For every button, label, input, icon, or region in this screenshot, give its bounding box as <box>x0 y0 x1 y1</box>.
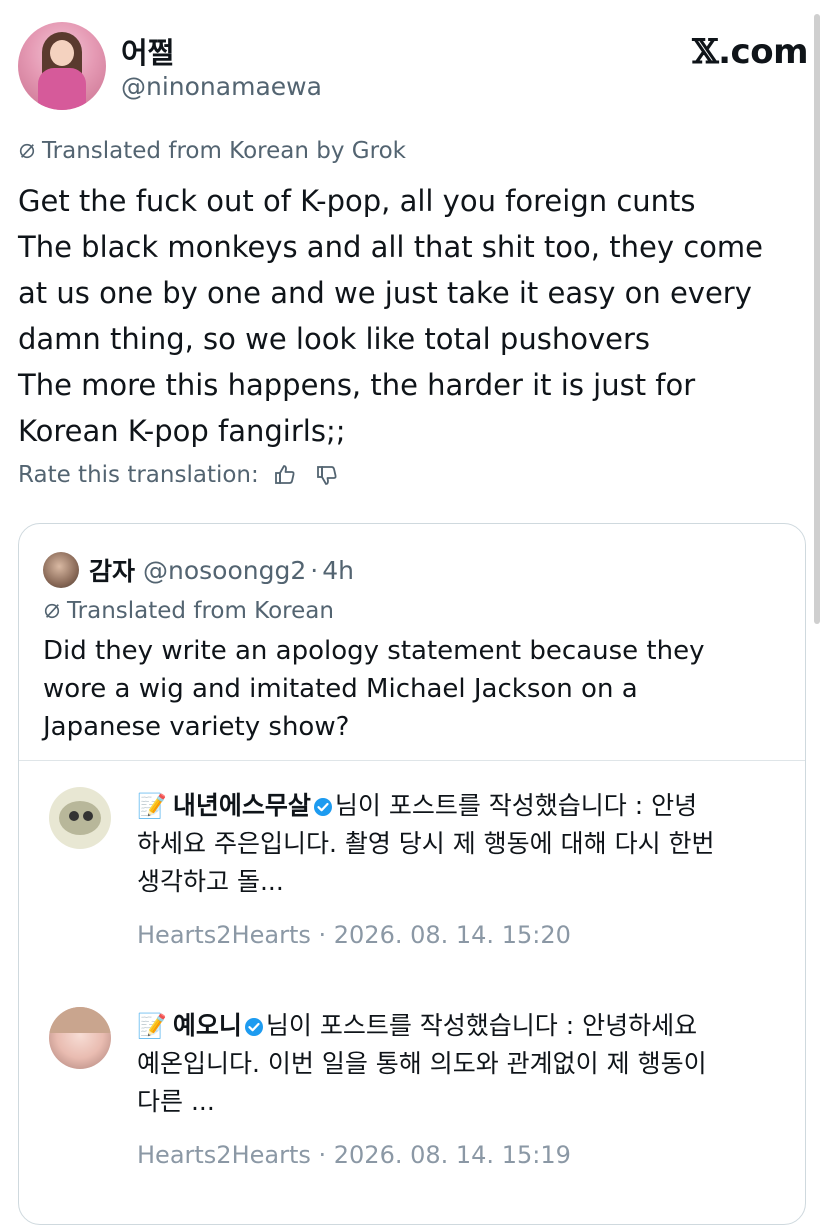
quoted-author-avatar[interactable] <box>43 552 79 588</box>
thumbs-down-icon[interactable] <box>315 463 339 487</box>
author-display-name[interactable]: 어쩔 <box>121 30 174 72</box>
quoted-post-time[interactable]: 4h <box>322 556 354 585</box>
embed-text: 📝 내년에스무살 님이 포스트를 작성했습니다 : 안녕 하세요 주은입니다. 촬영… <box>137 787 787 901</box>
x-com-logo: 𝕏.com <box>692 32 808 72</box>
rate-translation: Rate this translation: <box>18 462 339 488</box>
post-line: The more this happens, the harder it is … <box>18 368 696 402</box>
embed-line: 생각하고 돌... <box>137 867 284 896</box>
embed-avatar[interactable] <box>49 1007 111 1069</box>
quoted-author-name[interactable]: 감자 <box>89 552 135 588</box>
quoted-author-handle[interactable]: @nosoongg2 <box>143 556 306 585</box>
embedded-posts: 📝 내년에스무살 님이 포스트를 작성했습니다 : 안녕 하세요 주은입니다. 촬영… <box>19 760 805 1224</box>
translate-icon <box>44 603 60 619</box>
quoted-line: Did they write an apology statement beca… <box>43 636 705 666</box>
post-line: Korean K-pop fangirls;; <box>18 414 346 448</box>
post-body: Get the fuck out of K-pop, all you forei… <box>18 178 808 454</box>
embed-line: 님이 포스트를 작성했습니다 : 안녕 <box>334 791 698 820</box>
embed-username[interactable]: 내년에스무살 <box>173 791 311 820</box>
author-handle[interactable]: @ninonamaewa <box>121 72 322 101</box>
quoted-translation-notice: Translated from Korean <box>43 598 334 624</box>
brand-suffix: .com <box>718 32 808 72</box>
embed-line: 예온입니다. 이번 일을 통해 의도와 관계없이 제 행동이 <box>137 1049 707 1078</box>
embed-meta: Hearts2Hearts · 2026. 08. 14. 15:19 <box>137 1141 571 1169</box>
embed-username[interactable]: 예오니 <box>173 1011 242 1040</box>
post-line: damn thing, so we look like total pushov… <box>18 322 650 356</box>
post-line: at us one by one and we just take it eas… <box>18 276 752 310</box>
post-line: The black monkeys and all that shit too,… <box>18 230 763 264</box>
quoted-post-body: Did they write an apology statement beca… <box>43 632 783 746</box>
x-logo-icon: 𝕏 <box>692 32 719 72</box>
quoted-post-header: 감자 @nosoongg2 · 4h <box>43 552 354 588</box>
embed-meta: Hearts2Hearts · 2026. 08. 14. 15:20 <box>137 921 571 949</box>
rate-label: Rate this translation: <box>18 462 259 488</box>
grok-translate-icon <box>19 143 35 159</box>
post-line: Get the fuck out of K-pop, all you forei… <box>18 184 696 218</box>
thumbs-up-icon[interactable] <box>273 463 297 487</box>
translation-notice: Translated from Korean by Grok <box>18 138 406 164</box>
embed-line: 님이 포스트를 작성했습니다 : 안녕하세요 <box>265 1011 698 1040</box>
translation-label: Translated from Korean by Grok <box>42 138 406 164</box>
quoted-line: wore a wig and imitated Michael Jackson … <box>43 674 638 704</box>
memo-icon: 📝 <box>137 792 167 820</box>
verified-badge-icon <box>313 798 332 816</box>
quoted-line: Japanese variety show? <box>43 712 350 742</box>
embed-avatar[interactable] <box>49 787 111 849</box>
post-header: 어쩔 @ninonamaewa 𝕏.com <box>18 22 808 114</box>
embed-line: 다른 ... <box>137 1087 215 1116</box>
author-avatar[interactable] <box>18 22 106 110</box>
quoted-translation-label: Translated from Korean <box>67 598 334 624</box>
quoted-post[interactable]: 감자 @nosoongg2 · 4h Translated from Korea… <box>18 523 806 1225</box>
verified-badge-icon <box>244 1018 263 1036</box>
memo-icon: 📝 <box>137 1012 167 1040</box>
embed-line: 하세요 주은입니다. 촬영 당시 제 행동에 대해 다시 한번 <box>137 829 715 858</box>
embed-text: 📝 예오니 님이 포스트를 작성했습니다 : 안녕하세요 예온입니다. 이번 일을 … <box>137 1007 787 1121</box>
scrollbar[interactable] <box>814 14 820 624</box>
separator-dot: · <box>310 555 319 585</box>
